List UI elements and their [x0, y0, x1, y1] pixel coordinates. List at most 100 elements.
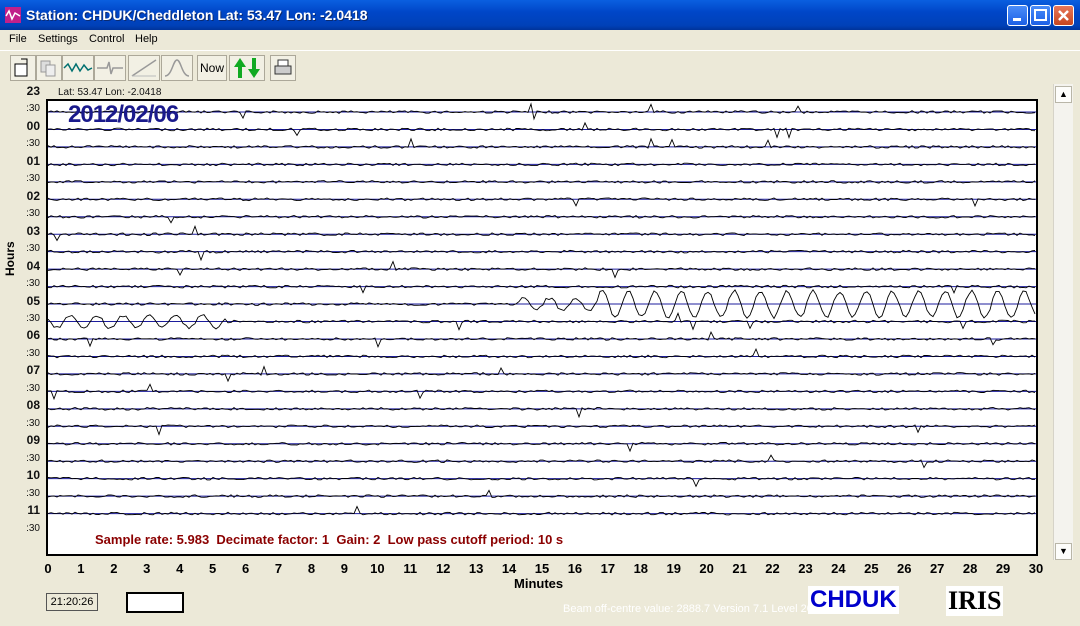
hour-label: 10 — [26, 468, 40, 483]
seismogram-trace — [47, 441, 1036, 453]
window-title: Station: CHDUK/Cheddleton Lat: 53.47 Lon… — [26, 7, 368, 23]
hour-label: 09 — [26, 433, 40, 448]
minute-label: 6 — [241, 561, 250, 576]
minute-label: 5 — [209, 561, 217, 576]
minute-label: 2 — [110, 561, 118, 576]
minute-label: 23 — [798, 561, 813, 576]
iris-logo: IRIS — [946, 586, 1004, 616]
scroll-up-button[interactable]: ▲ — [1055, 86, 1072, 103]
minute-label: 7 — [274, 561, 283, 576]
seismogram-trace — [47, 284, 1036, 294]
maximize-button[interactable] — [1030, 5, 1051, 26]
hour-label: 02 — [26, 188, 40, 203]
title-bar: Station: CHDUK/Cheddleton Lat: 53.47 Lon… — [0, 0, 1080, 30]
hour-label: :30 — [26, 138, 40, 150]
open-file-button[interactable] — [10, 55, 36, 81]
minute-label: 30 — [1028, 561, 1044, 576]
minute-label: 4 — [176, 561, 184, 576]
menu-control[interactable]: Control — [89, 33, 124, 45]
hour-label: :30 — [26, 103, 40, 115]
now-button[interactable]: Now — [197, 55, 227, 81]
hour-label: 23 — [26, 84, 40, 98]
printer-icon — [274, 59, 292, 75]
minute-label: 25 — [864, 561, 879, 576]
minute-label: 29 — [995, 561, 1011, 576]
minute-label: 0 — [44, 561, 52, 576]
minute-label: 27 — [929, 561, 945, 576]
hour-label: 01 — [26, 153, 40, 168]
seismogram-trace — [47, 347, 1036, 359]
hour-label: 08 — [26, 398, 40, 413]
hour-label: :30 — [26, 417, 40, 429]
minute-label: 10 — [370, 561, 385, 576]
minute-label: 26 — [897, 561, 912, 576]
hour-label: :30 — [26, 173, 40, 185]
minute-label: 3 — [143, 561, 151, 576]
menu-bar: File Settings Control Help — [0, 30, 1080, 49]
hour-label: :30 — [26, 208, 40, 220]
slope-icon — [131, 59, 157, 77]
minute-label: 24 — [831, 561, 846, 576]
clock-field: 21:20:26 — [46, 593, 98, 611]
seismogram-trace — [47, 121, 1036, 139]
seismogram-trace — [47, 102, 1036, 121]
hour-label: 07 — [26, 363, 40, 378]
seismogram-trace — [47, 476, 1035, 488]
latlon-label: Lat: 53.47 Lon: -2.0418 — [58, 87, 162, 98]
minute-label: 13 — [468, 561, 484, 576]
app-icon — [5, 7, 21, 23]
waveform-button[interactable] — [62, 55, 94, 81]
copy-button[interactable] — [36, 55, 62, 81]
scroll-down-button[interactable]: ▼ — [1055, 543, 1072, 560]
copy-icon — [40, 60, 56, 77]
hours-axis-title: Hours — [3, 241, 17, 276]
close-icon — [1058, 10, 1069, 21]
menu-file[interactable]: File — [9, 33, 27, 45]
minutes-axis-title: Minutes — [514, 576, 564, 591]
minute-label: 11 — [403, 561, 418, 576]
hour-label: :30 — [26, 382, 40, 394]
minute-label: 28 — [962, 561, 978, 576]
up-down-arrows-icon — [234, 58, 260, 78]
open-file-icon — [14, 58, 28, 77]
spike-button[interactable] — [94, 55, 126, 81]
filter-curve-button[interactable] — [161, 55, 193, 81]
seismogram-traces — [47, 102, 1036, 516]
hour-label: 05 — [26, 293, 40, 308]
close-button[interactable] — [1053, 5, 1074, 26]
up-down-button[interactable] — [229, 55, 265, 81]
minute-label: 9 — [340, 561, 348, 576]
minute-label: 22 — [765, 561, 780, 576]
minute-label: 17 — [600, 561, 616, 576]
plot-date: 2012/02/06 — [68, 101, 179, 128]
minimize-button[interactable] — [1007, 5, 1028, 26]
station-code-logo: CHDUK — [808, 586, 899, 614]
minimize-icon — [1013, 18, 1021, 21]
hour-label: :30 — [26, 487, 40, 499]
status-input[interactable] — [126, 592, 184, 613]
hour-label: :30 — [26, 452, 40, 464]
minute-label: 15 — [534, 561, 550, 576]
print-button[interactable] — [270, 55, 296, 81]
seismogram-trace — [47, 224, 1036, 242]
seismogram-trace — [47, 260, 1036, 279]
vertical-scrollbar[interactable] — [1053, 84, 1073, 560]
minute-label: 14 — [501, 561, 517, 576]
hour-label: :30 — [26, 312, 40, 324]
minute-label: 18 — [633, 561, 649, 576]
menu-help[interactable]: Help — [135, 33, 158, 45]
minute-label: 12 — [435, 561, 451, 576]
slope-button[interactable] — [128, 55, 160, 81]
hour-label: :30 — [26, 278, 40, 290]
hour-label: 00 — [26, 118, 40, 133]
minute-label: 8 — [307, 561, 316, 576]
hour-label: 03 — [26, 223, 40, 238]
sample-info: Sample rate: 5.983 Decimate factor: 1 Ga… — [95, 532, 564, 547]
hour-label: 06 — [26, 328, 40, 343]
helicorder-plot — [46, 99, 1038, 556]
spike-icon — [97, 61, 123, 75]
menu-settings[interactable]: Settings — [38, 33, 78, 45]
minute-label: 16 — [567, 561, 583, 576]
minute-label: 21 — [732, 561, 747, 576]
minute-label: 1 — [77, 561, 85, 576]
